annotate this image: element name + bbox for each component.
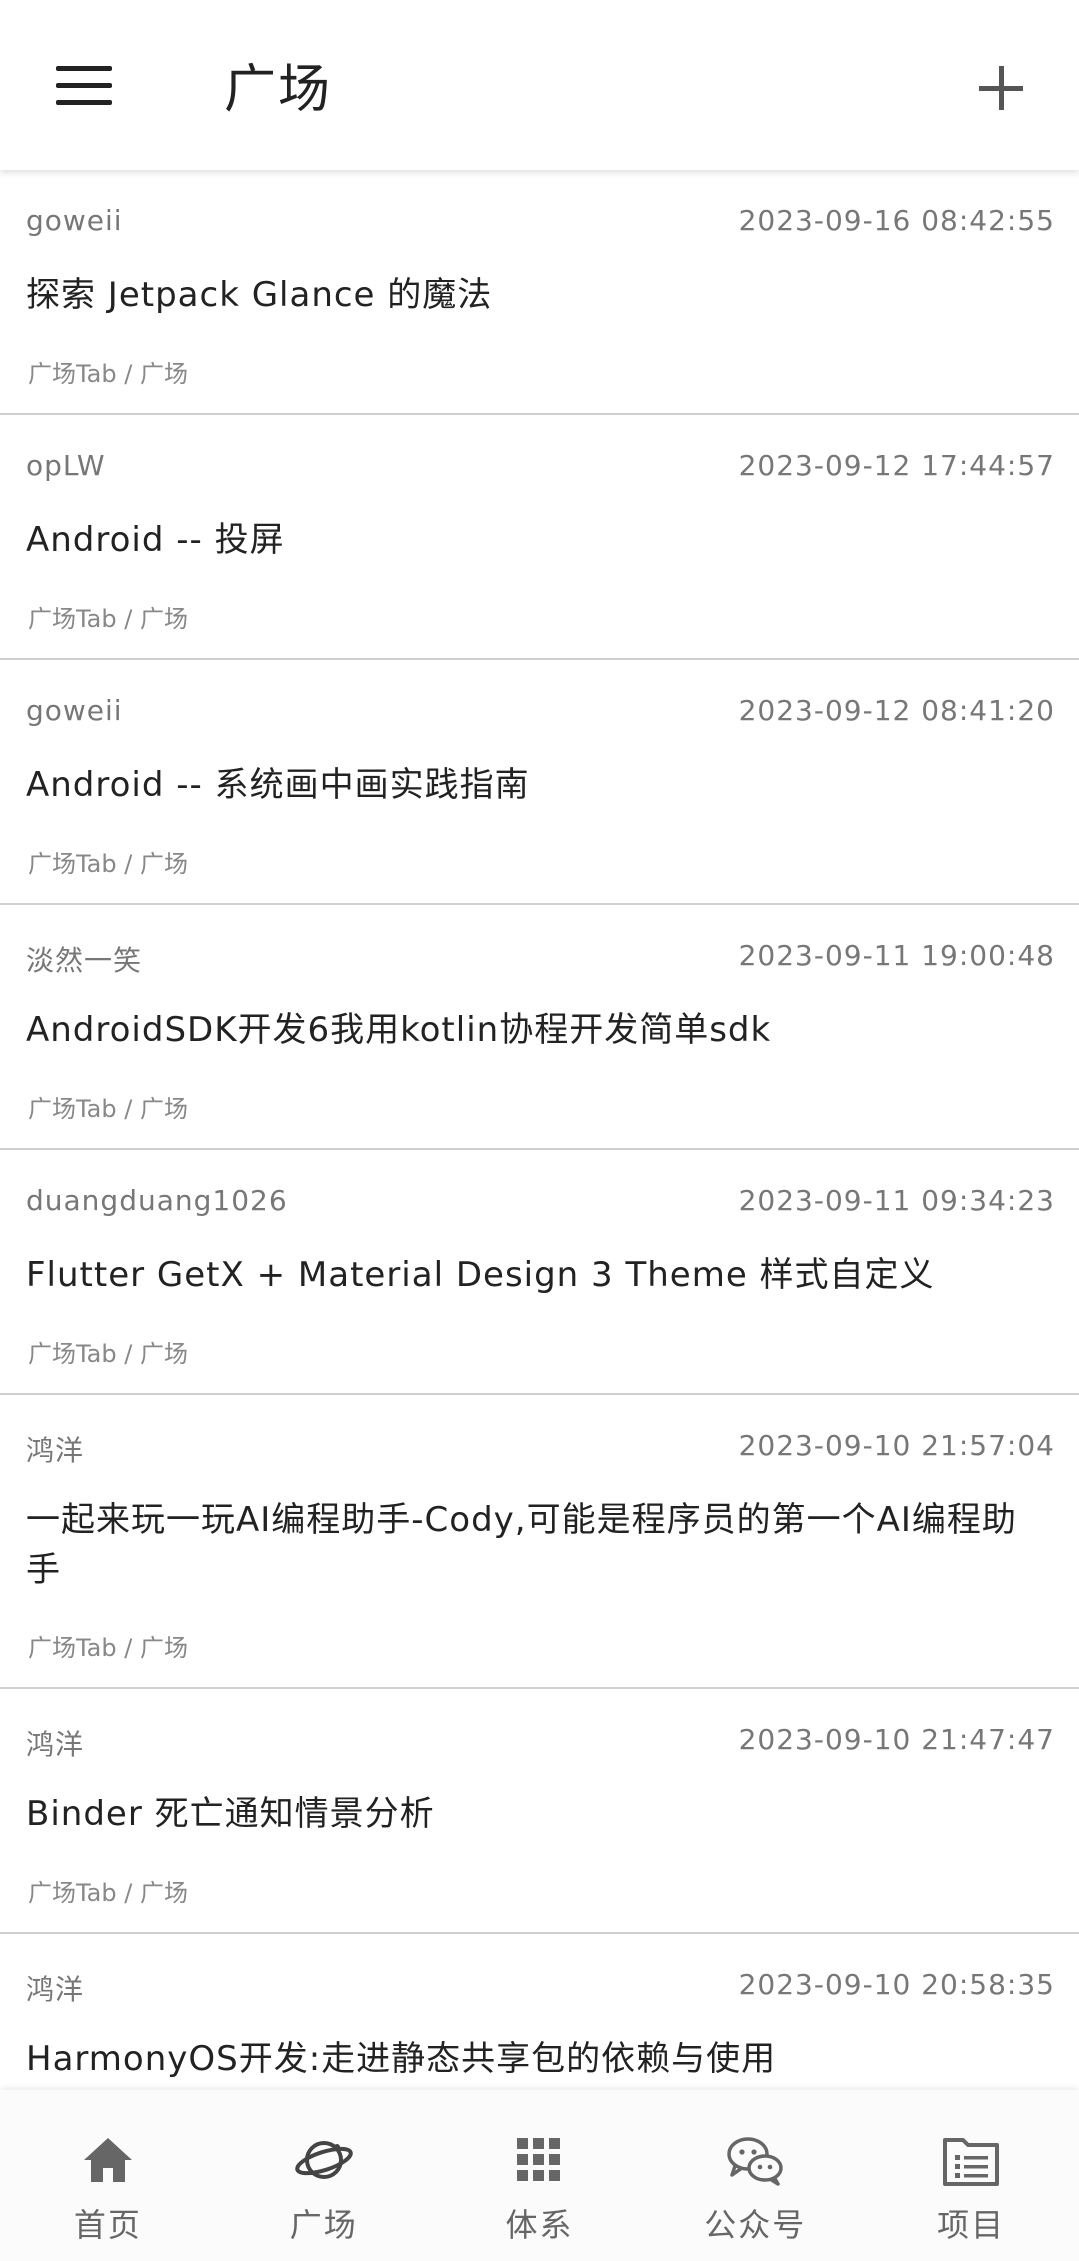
article-item[interactable]: goweii 2023-09-16 08:42:55 探索 Jetpack Gl… — [0, 170, 1079, 415]
nav-item-system[interactable]: 体系 — [432, 2090, 648, 2261]
article-date: 2023-09-16 08:42:55 — [738, 204, 1055, 237]
bottom-navigation: 首页 广场 体系 公众号 项目 — [0, 2090, 1079, 2261]
article-item[interactable]: duangduang1026 2023-09-11 09:34:23 Flutt… — [0, 1150, 1079, 1395]
menu-icon[interactable] — [50, 58, 118, 118]
article-title: Flutter GetX + Material Design 3 Theme 样… — [26, 1255, 935, 1295]
nav-item-wechat[interactable]: 公众号 — [647, 2090, 863, 2261]
article-chapter: 广场Tab / 广场 — [28, 1095, 188, 1123]
article-title: 探索 Jetpack Glance 的魔法 — [26, 275, 493, 315]
article-date: 2023-09-10 20:58:35 — [738, 1968, 1055, 2001]
article-list[interactable]: goweii 2023-09-16 08:42:55 探索 Jetpack Gl… — [0, 170, 1079, 2090]
planet-icon — [294, 2130, 354, 2190]
article-date: 2023-09-10 21:47:47 — [738, 1723, 1055, 1756]
article-item[interactable]: 鸿洋 2023-09-10 20:58:35 HarmonyOS开发:走进静态共… — [0, 1934, 1079, 2090]
article-author: 鸿洋 — [26, 1434, 85, 1467]
article-author: 鸿洋 — [26, 1973, 85, 2006]
article-chapter: 广场Tab / 广场 — [28, 1340, 188, 1368]
article-item[interactable]: goweii 2023-09-12 08:41:20 Android -- 系统… — [0, 660, 1079, 905]
home-icon — [78, 2130, 138, 2190]
add-icon[interactable] — [971, 58, 1031, 118]
nav-item-home[interactable]: 首页 — [0, 2090, 216, 2261]
article-date: 2023-09-12 08:41:20 — [738, 694, 1055, 727]
nav-label-wechat: 公众号 — [704, 2206, 807, 2244]
article-title: AndroidSDK开发6我用kotlin协程开发简单sdk — [26, 1010, 772, 1050]
article-author: 淡然一笑 — [26, 944, 143, 977]
folder-list-icon — [941, 2130, 1001, 2190]
article-chapter: 广场Tab / 广场 — [28, 1879, 188, 1907]
article-author: goweii — [26, 204, 123, 237]
article-author: goweii — [26, 694, 123, 727]
article-date: 2023-09-11 19:00:48 — [738, 939, 1055, 972]
article-chapter: 广场Tab / 广场 — [28, 360, 188, 388]
article-chapter: 广场Tab / 广场 — [28, 1634, 188, 1662]
article-chapter: 广场Tab / 广场 — [28, 605, 188, 633]
article-author: duangduang1026 — [26, 1184, 288, 1217]
article-title: Android -- 投屏 — [26, 520, 285, 560]
article-item[interactable]: opLW 2023-09-12 17:44:57 Android -- 投屏 广… — [0, 415, 1079, 660]
article-title: 一起来玩一玩AI编程助手-Cody,可能是程序员的第一个AI编程助手 — [26, 1500, 1017, 1590]
nav-label-square: 广场 — [289, 2206, 358, 2244]
nav-item-project[interactable]: 项目 — [863, 2090, 1079, 2261]
article-title: Binder 死亡通知情景分析 — [26, 1794, 435, 1834]
article-author: 鸿洋 — [26, 1728, 85, 1761]
article-chapter: 广场Tab / 广场 — [28, 850, 188, 878]
article-date: 2023-09-10 21:57:04 — [738, 1429, 1055, 1462]
article-item[interactable]: 鸿洋 2023-09-10 21:57:04 一起来玩一玩AI编程助手-Cody… — [0, 1395, 1079, 1689]
article-date: 2023-09-12 17:44:57 — [738, 449, 1055, 482]
article-author: opLW — [26, 449, 106, 482]
wechat-icon — [725, 2130, 785, 2190]
grid-icon — [509, 2130, 569, 2190]
page-title: 广场 — [224, 60, 333, 120]
article-item[interactable]: 鸿洋 2023-09-10 21:47:47 Binder 死亡通知情景分析 广… — [0, 1689, 1079, 1934]
nav-label-home: 首页 — [73, 2206, 142, 2244]
article-title: HarmonyOS开发:走进静态共享包的依赖与使用 — [26, 2039, 777, 2079]
article-title: Android -- 系统画中画实践指南 — [26, 765, 530, 805]
nav-label-system: 体系 — [505, 2206, 574, 2244]
nav-item-square[interactable]: 广场 — [216, 2090, 432, 2261]
nav-label-project: 项目 — [937, 2206, 1006, 2244]
article-item[interactable]: 淡然一笑 2023-09-11 19:00:48 AndroidSDK开发6我用… — [0, 905, 1079, 1150]
app-bar: 广场 — [0, 0, 1079, 170]
article-date: 2023-09-11 09:34:23 — [738, 1184, 1055, 1217]
